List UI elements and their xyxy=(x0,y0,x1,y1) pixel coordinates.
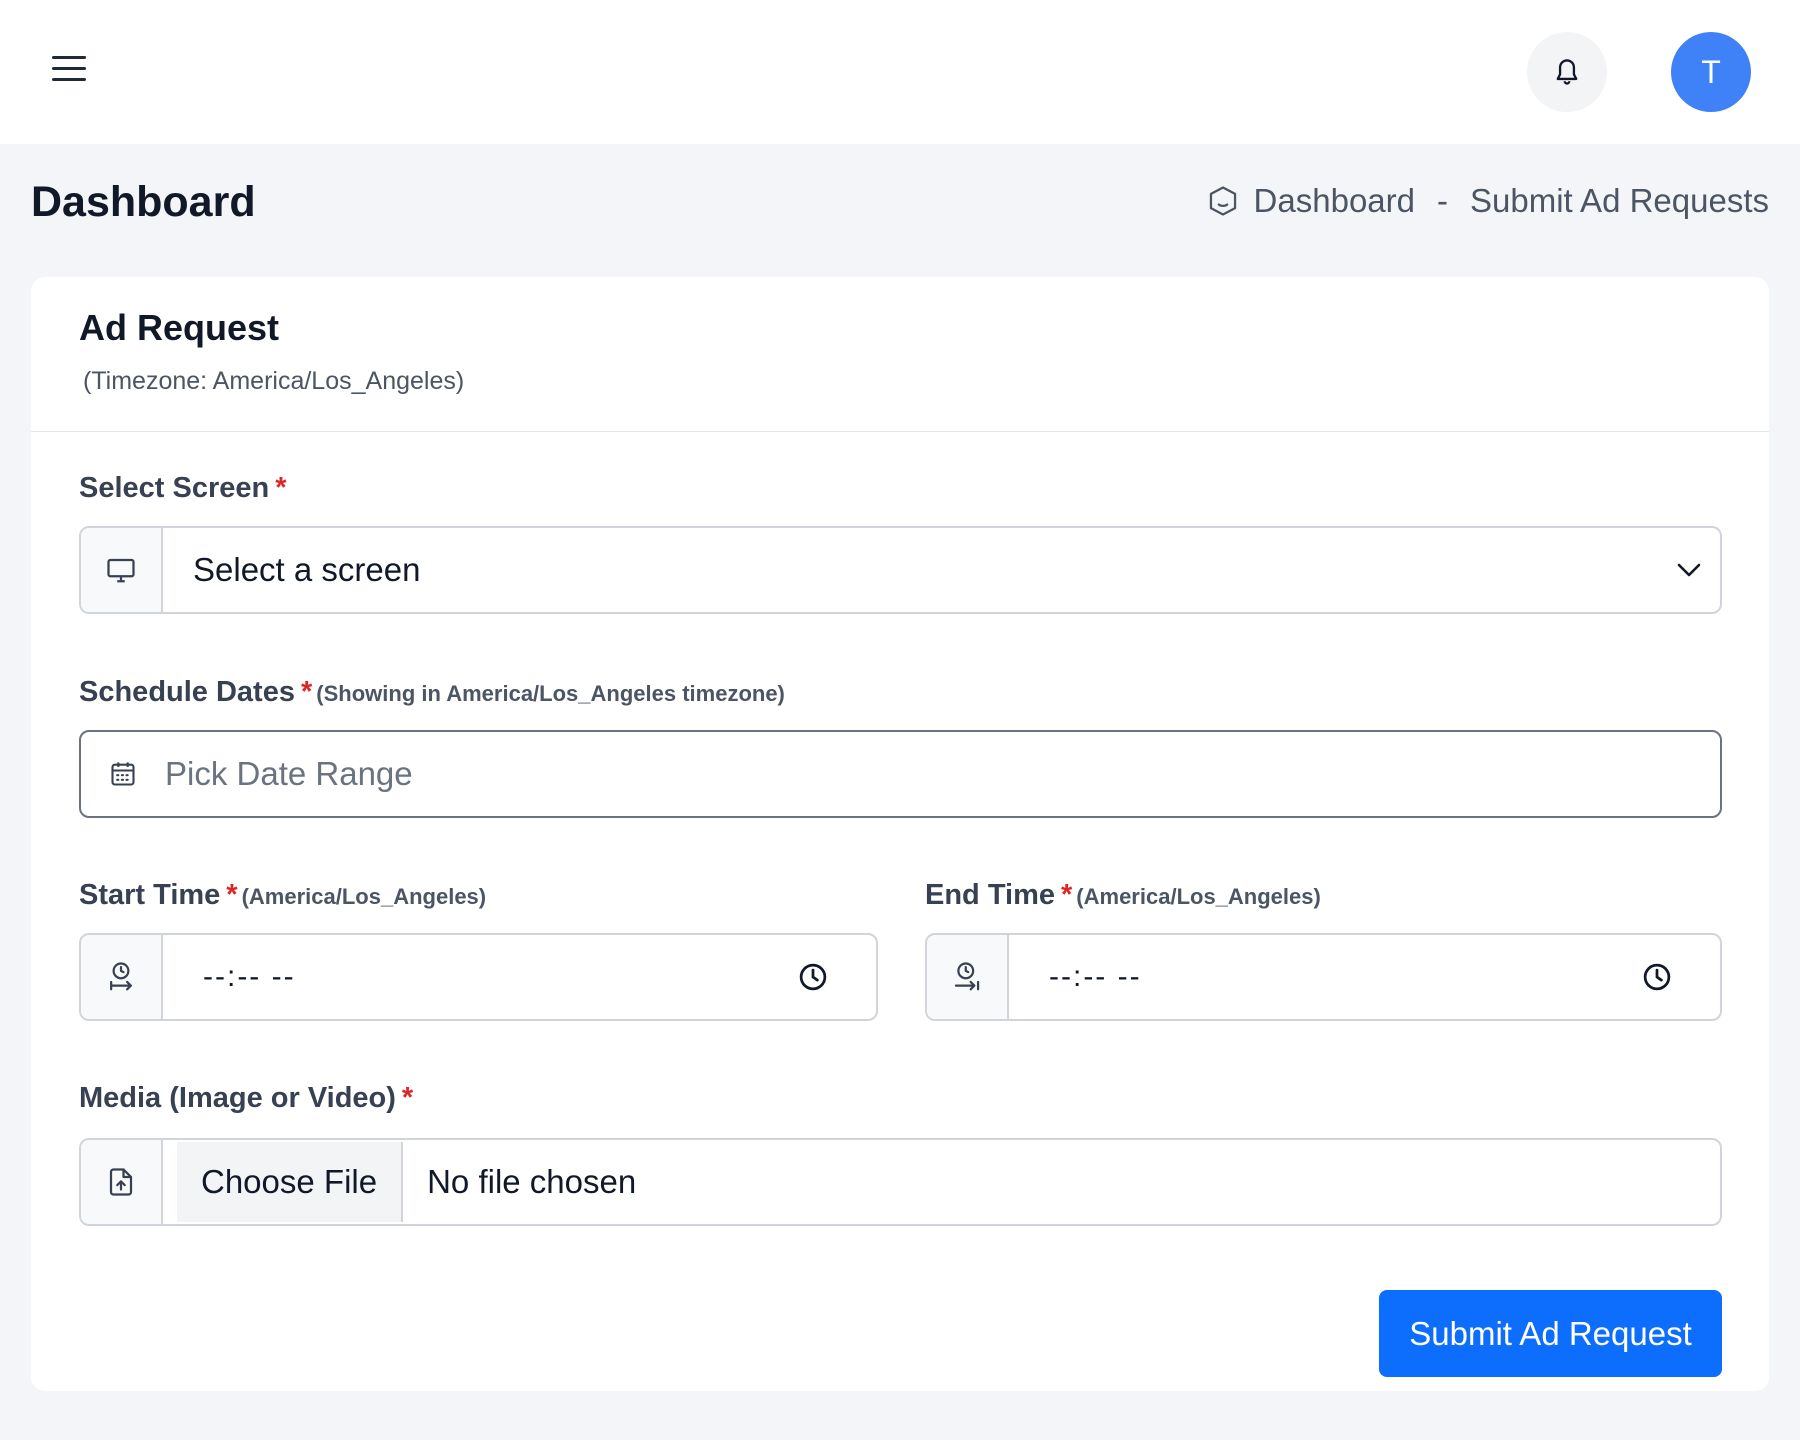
avatar[interactable]: T xyxy=(1671,32,1751,112)
bell-icon xyxy=(1556,59,1578,85)
start-time-value: --:-- -- xyxy=(203,960,296,993)
end-time-input[interactable]: --:-- -- xyxy=(925,933,1722,1021)
required-marker: * xyxy=(300,676,313,708)
ad-request-card: Ad Request (Timezone: America/Los_Angele… xyxy=(31,277,1769,1391)
date-range-input[interactable]: Pick Date Range xyxy=(79,730,1722,818)
timezone-subtitle: (Timezone: America/Los_Angeles) xyxy=(83,367,465,395)
breadcrumb-home-link[interactable]: Dashboard xyxy=(1254,182,1415,220)
start-time-input[interactable]: --:-- -- xyxy=(79,933,878,1021)
clock-end-icon xyxy=(954,962,980,991)
screen-select[interactable]: Select a screen xyxy=(79,526,1722,614)
choose-file-button[interactable]: Choose File xyxy=(177,1142,404,1222)
media-label: Media (Image or Video) * xyxy=(79,1082,413,1115)
select-screen-label: Select Screen * xyxy=(79,472,287,505)
clock-icon[interactable] xyxy=(798,962,828,992)
schedule-dates-label-text: Schedule Dates xyxy=(79,676,295,708)
chevron-down-icon xyxy=(1677,563,1701,577)
end-time-label: End Time * (America/Los_Angeles) xyxy=(925,879,1321,912)
hamburger-menu-icon[interactable] xyxy=(52,56,86,82)
breadcrumb-separator: - xyxy=(1437,182,1448,219)
screen-select-addon xyxy=(81,528,163,612)
start-time-addon xyxy=(81,935,163,1019)
calendar-icon xyxy=(111,762,135,786)
page-title: Dashboard xyxy=(31,178,256,226)
monitor-icon xyxy=(107,558,135,583)
file-upload-icon xyxy=(109,1168,133,1196)
date-range-placeholder: Pick Date Range xyxy=(165,755,413,792)
end-time-label-text: End Time xyxy=(925,879,1055,911)
home-icon xyxy=(1209,186,1236,216)
required-marker: * xyxy=(1061,879,1073,911)
media-file-input[interactable]: Choose File No file chosen xyxy=(79,1138,1722,1226)
file-status: No file chosen xyxy=(427,1163,637,1200)
media-label-text: Media (Image or Video) xyxy=(79,1082,396,1114)
end-time-value: --:-- -- xyxy=(1049,960,1142,993)
submit-ad-request-button[interactable]: Submit Ad Request xyxy=(1379,1290,1722,1377)
clock-start-icon xyxy=(110,962,132,991)
schedule-dates-hint: (Showing in America/Los_Angeles timezone… xyxy=(316,681,785,706)
start-time-label: Start Time * (America/Los_Angeles) xyxy=(79,879,486,912)
schedule-dates-label: Schedule Dates * (Showing in America/Los_A… xyxy=(79,676,785,709)
card-header: Ad Request (Timezone: America/Los_Angele… xyxy=(31,277,1769,432)
media-addon xyxy=(81,1140,163,1224)
required-marker: * xyxy=(226,879,238,911)
breadcrumb: Dashboard - Submit Ad Requests xyxy=(1206,182,1769,220)
start-time-hint: (America/Los_Angeles) xyxy=(241,884,487,909)
start-time-label-text: Start Time xyxy=(79,879,221,911)
end-time-hint: (America/Los_Angeles) xyxy=(1076,884,1321,909)
card-title: Ad Request xyxy=(79,307,280,348)
required-marker: * xyxy=(401,1082,414,1114)
notifications-button[interactable] xyxy=(1527,32,1607,112)
end-time-addon xyxy=(927,935,1009,1019)
screen-select-value: Select a screen xyxy=(193,551,421,588)
breadcrumb-current: Submit Ad Requests xyxy=(1470,182,1769,219)
select-screen-label-text: Select Screen xyxy=(79,472,270,504)
top-bar: T xyxy=(0,0,1800,144)
clock-icon[interactable] xyxy=(1642,962,1672,992)
required-marker: * xyxy=(275,472,287,504)
